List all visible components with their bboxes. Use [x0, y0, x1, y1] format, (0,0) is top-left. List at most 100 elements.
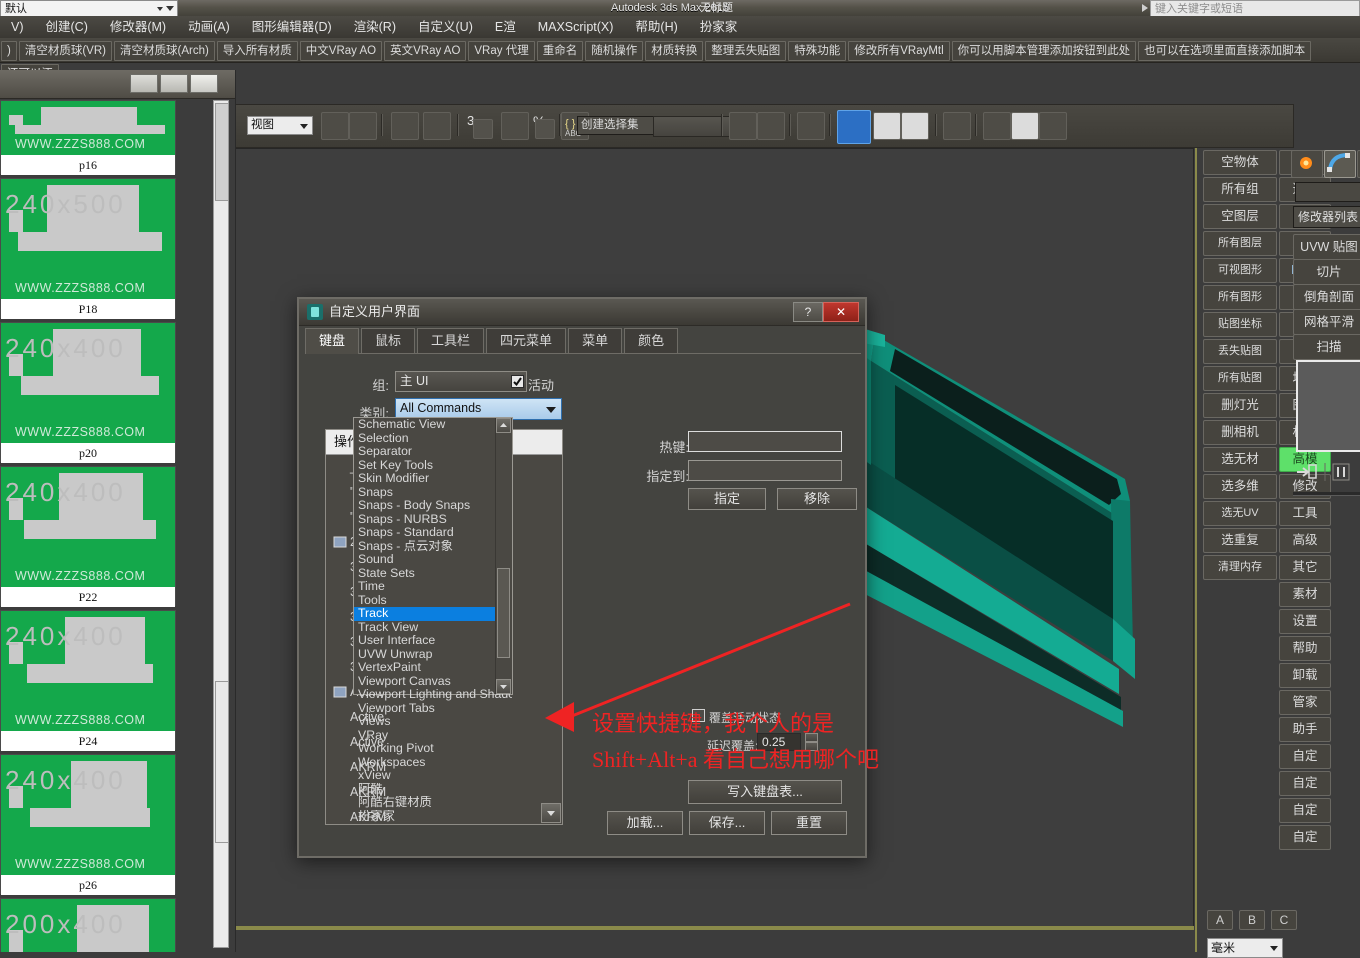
- reset-button[interactable]: 重置: [771, 811, 847, 835]
- dialog-tab-1[interactable]: 鼠标: [361, 328, 415, 353]
- dropdown-item[interactable]: VRay: [354, 729, 512, 743]
- script-button-11[interactable]: 特殊功能: [788, 41, 846, 61]
- script-button-3[interactable]: 导入所有材质: [217, 41, 298, 61]
- list-item[interactable]: 240x400WWW.ZZZS888.COMp26: [0, 754, 176, 894]
- menu-item-9[interactable]: 帮助(H): [624, 16, 688, 38]
- quick-tool-left-8[interactable]: 所有贴图: [1203, 366, 1277, 391]
- render-setup-icon[interactable]: [901, 112, 929, 140]
- menu-item-0[interactable]: V): [0, 16, 35, 38]
- quick-tool-right-21[interactable]: 助手: [1279, 717, 1331, 742]
- dropdown-item[interactable]: Snaps - Standard: [354, 526, 512, 540]
- menu-item-10[interactable]: 扮家家: [689, 16, 749, 38]
- percent-snap-toggle-icon[interactable]: [535, 119, 555, 139]
- script-button-9[interactable]: 材质转换: [645, 41, 703, 61]
- script-button-4[interactable]: 中文VRay AO: [300, 41, 382, 61]
- quick-tool-left-15[interactable]: 清理内存: [1203, 555, 1277, 580]
- modifier-object-name-field[interactable]: [1295, 182, 1360, 202]
- angle-snap-toggle-icon[interactable]: [501, 112, 529, 140]
- dropdown-item[interactable]: 阿酷右键材质: [354, 796, 512, 810]
- hotkey-input[interactable]: [688, 431, 842, 452]
- help-button[interactable]: ?: [793, 302, 823, 322]
- quick-tool-left-9[interactable]: 删灯光: [1203, 393, 1277, 418]
- dropdown-item[interactable]: 扮家家: [354, 810, 512, 824]
- dropdown-item[interactable]: Sound: [354, 553, 512, 567]
- command-list-scroll-arrow[interactable]: [541, 803, 561, 823]
- script-button-14[interactable]: 也可以在选项里面直接添加脚本: [1138, 41, 1311, 61]
- dropdown-item[interactable]: Snaps - Body Snaps: [354, 499, 512, 513]
- activeshade-icon[interactable]: [1039, 112, 1067, 140]
- script-button-7[interactable]: 重命名: [537, 41, 584, 61]
- script-button-0[interactable]: ): [1, 41, 17, 61]
- render-iterative-icon[interactable]: [1011, 112, 1039, 140]
- quick-tool-left-7[interactable]: 丢失贴图: [1203, 339, 1277, 364]
- view-reference-coordinate-combo[interactable]: 视图: [247, 116, 313, 135]
- quick-tool-left-2[interactable]: 空图层: [1203, 204, 1277, 229]
- assign-button[interactable]: 指定: [688, 488, 766, 510]
- align-icon[interactable]: [757, 112, 785, 140]
- render-frame-window-icon[interactable]: [943, 112, 971, 140]
- quick-tool-right-23[interactable]: 自定: [1279, 771, 1331, 796]
- minimize-button[interactable]: [130, 74, 158, 93]
- list-item[interactable]: 200x400WWW.ZZZS888.COMp28: [0, 898, 176, 952]
- write-keyboard-chart-button[interactable]: 写入键盘表...: [688, 780, 842, 804]
- quick-tool-right-15[interactable]: 其它: [1279, 555, 1331, 580]
- quick-tool-left-14[interactable]: 选重复: [1203, 528, 1277, 553]
- dropdown-scrollbar[interactable]: [495, 418, 512, 694]
- list-item[interactable]: 240x400WWW.ZZZS888.COMP24: [0, 610, 176, 750]
- dialog-tab-0[interactable]: 键盘: [305, 328, 359, 354]
- dropdown-item[interactable]: Skin Modifier: [354, 472, 512, 486]
- dropdown-item[interactable]: Tools: [354, 594, 512, 608]
- layer-manager-icon[interactable]: [797, 112, 825, 140]
- script-button-5[interactable]: 英文VRay AO: [384, 41, 466, 61]
- dropdown-item[interactable]: Separator: [354, 445, 512, 459]
- category-dropdown-items[interactable]: Schematic ViewSelectionSeparatorSet Key …: [354, 418, 512, 823]
- menu-item-8[interactable]: MAXScript(X): [527, 16, 625, 38]
- dropdown-item[interactable]: Time: [354, 580, 512, 594]
- modifier-button-1[interactable]: 切片: [1293, 259, 1360, 285]
- modifier-button-4[interactable]: 扫描: [1293, 334, 1360, 360]
- menu-item-1[interactable]: 创建(C): [35, 16, 99, 38]
- scrollbar-track-lower[interactable]: [215, 681, 229, 843]
- bind-to-space-warp-icon[interactable]: [391, 112, 419, 140]
- dropdown-item[interactable]: Viewport Tabs: [354, 702, 512, 716]
- dropdown-item[interactable]: UVW Unwrap: [354, 648, 512, 662]
- dropdown-item[interactable]: Selection: [354, 432, 512, 446]
- dropdown-item[interactable]: State Sets: [354, 567, 512, 581]
- remove-button[interactable]: 移除: [777, 488, 857, 510]
- quick-tool-left-11[interactable]: 选无材: [1203, 447, 1277, 472]
- curve-editor-icon[interactable]: [873, 112, 901, 140]
- dropdown-item[interactable]: Views: [354, 715, 512, 729]
- script-button-1[interactable]: 清空材质球(VR): [19, 41, 112, 61]
- abc-button-b[interactable]: B: [1239, 910, 1265, 930]
- load-button[interactable]: 加载...: [607, 811, 683, 835]
- dropdown-scrollbar-thumb[interactable]: [497, 568, 510, 658]
- quick-tool-right-25[interactable]: 自定: [1279, 825, 1331, 850]
- material-editor-icon[interactable]: [837, 110, 871, 144]
- dropdown-item[interactable]: 阿酷: [354, 783, 512, 797]
- script-button-6[interactable]: VRay 代理: [468, 41, 534, 61]
- quick-tool-right-16[interactable]: 素材: [1279, 582, 1331, 607]
- dropdown-item[interactable]: Working Pivot: [354, 742, 512, 756]
- create-tab-icon[interactable]: [1291, 150, 1323, 178]
- script-button-8[interactable]: 随机操作: [585, 41, 643, 61]
- quick-tool-right-24[interactable]: 自定: [1279, 798, 1331, 823]
- dialog-tab-3[interactable]: 四元菜单: [486, 328, 566, 353]
- modify-tab-icon[interactable]: [1324, 150, 1356, 178]
- dropdown-item[interactable]: Snaps - 点云对象: [354, 540, 512, 554]
- dropdown-item[interactable]: Set Key Tools: [354, 459, 512, 473]
- list-item[interactable]: WWW.ZZZS888.COMp16: [0, 100, 176, 174]
- dialog-tab-5[interactable]: 颜色: [624, 328, 678, 353]
- quick-tool-left-1[interactable]: 所有组: [1203, 177, 1277, 202]
- dropdown-item[interactable]: Viewport Lighting and Shadows: [354, 688, 512, 702]
- dialog-tab-2[interactable]: 工具栏: [417, 328, 484, 353]
- quick-tool-right-17[interactable]: 设置: [1279, 609, 1331, 634]
- dropdown-item[interactable]: xView: [354, 769, 512, 783]
- abc-button-a[interactable]: A: [1207, 910, 1233, 930]
- quick-tool-left-3[interactable]: 所有图层: [1203, 231, 1277, 256]
- save-button[interactable]: 保存...: [689, 811, 765, 835]
- script-button-2[interactable]: 清空材质球(Arch): [114, 41, 215, 61]
- close-button[interactable]: [190, 74, 218, 93]
- quick-tool-left-10[interactable]: 删相机: [1203, 420, 1277, 445]
- dropdown-item[interactable]: Track View: [354, 621, 512, 635]
- list-item[interactable]: 240x500WWW.ZZZS888.COMP18: [0, 178, 176, 318]
